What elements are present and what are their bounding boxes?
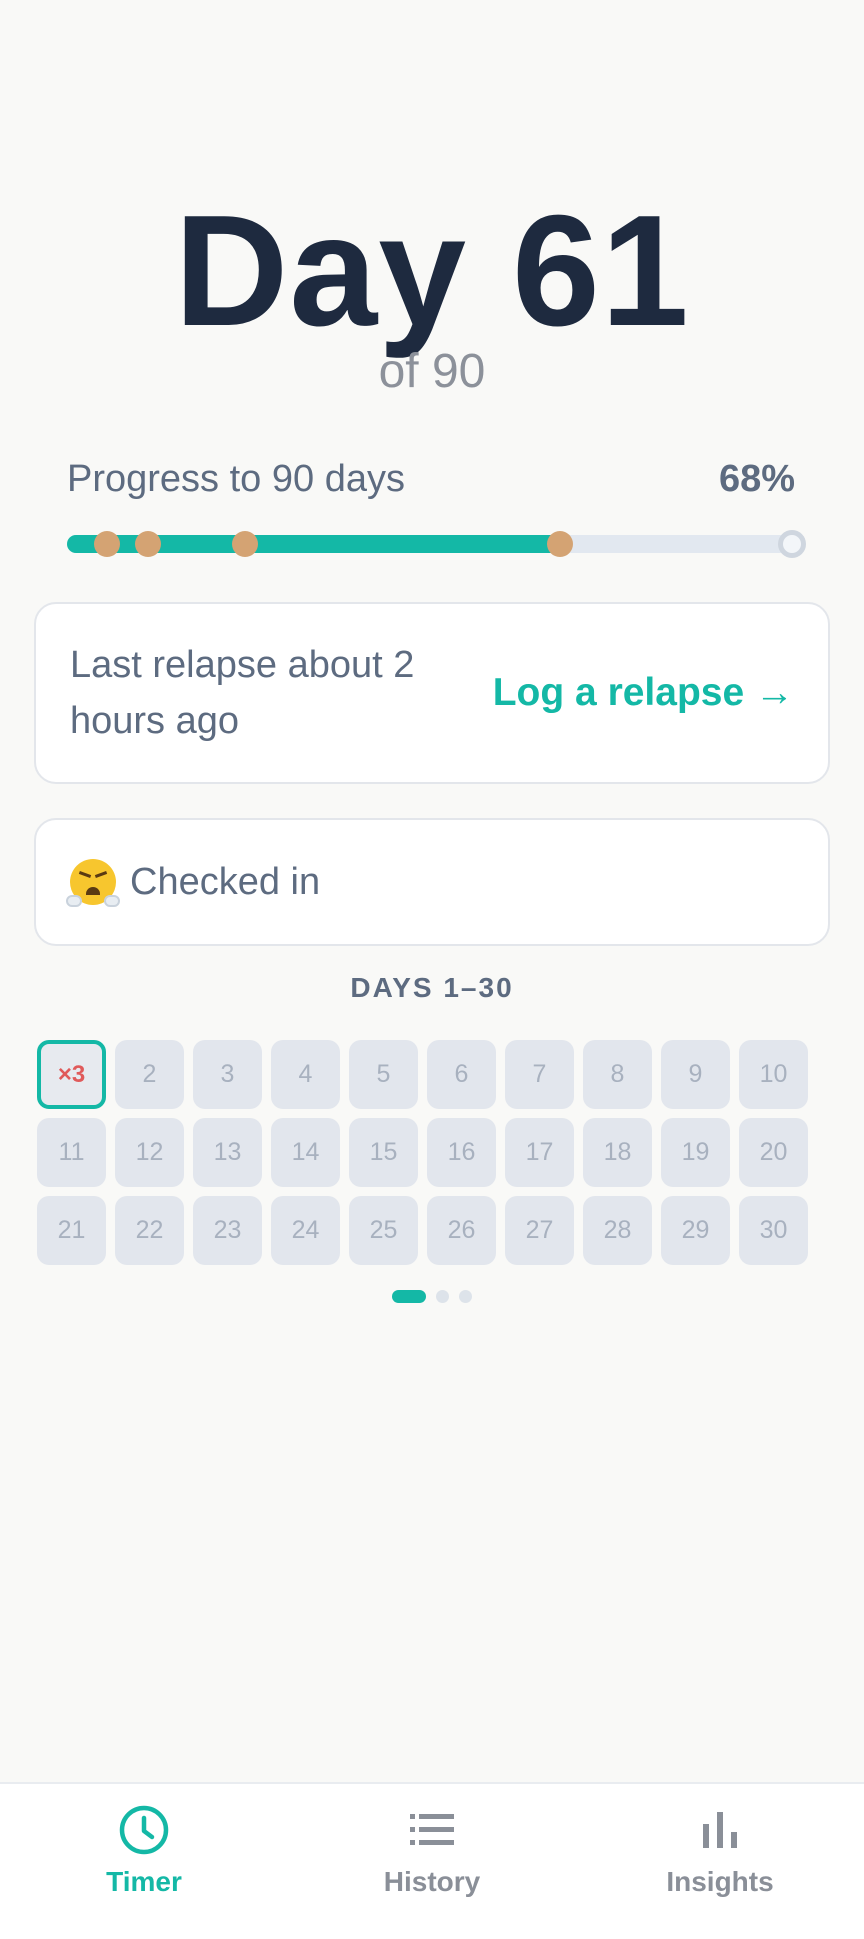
page-dot[interactable] (459, 1290, 472, 1303)
day-cell[interactable]: 3 (193, 1040, 262, 1109)
day-subtitle: of 90 (378, 345, 486, 398)
day-cell[interactable]: 30 (739, 1196, 808, 1265)
clock-icon (119, 1805, 169, 1855)
relapse-marker (547, 531, 574, 557)
day-cell[interactable]: 20 (739, 1118, 808, 1187)
page-dot[interactable] (392, 1290, 426, 1303)
progress-bar (67, 530, 806, 558)
progress-percent: 68% (718, 458, 795, 500)
relapse-marker (134, 531, 161, 557)
day-cell[interactable]: 25 (349, 1196, 418, 1265)
day-cell[interactable]: 14 (271, 1118, 340, 1187)
day-cell[interactable]: 2 (115, 1040, 184, 1109)
day-cell[interactable]: 23 (193, 1196, 262, 1265)
day-cell[interactable]: 17 (505, 1118, 574, 1187)
tab-label: Insights (666, 1866, 774, 1897)
day-cell[interactable]: 13 (193, 1118, 262, 1187)
day-cell[interactable]: 11 (37, 1118, 106, 1187)
day-cell[interactable]: 16 (427, 1118, 496, 1187)
day-cell[interactable]: 26 (427, 1196, 496, 1265)
relapse-marker (231, 531, 258, 557)
steaming-face-icon (66, 859, 120, 907)
progress-label: Progress to 90 days (67, 458, 405, 500)
day-title: Day 61 (174, 183, 690, 359)
bottom-tab-bar: Timer History Insights (0, 1782, 864, 1939)
day-cell[interactable]: 12 (115, 1118, 184, 1187)
app-screen: Day 61 of 90 Progress to 90 days 68% Las… (0, 0, 864, 1939)
day-cell-current[interactable]: ×3 (37, 1040, 106, 1109)
day-cell[interactable]: 5 (349, 1040, 418, 1109)
calendar-range-label: DAYS 1–30 (350, 972, 514, 1003)
last-relapse-text: Last relapse about 2 hours ago (70, 644, 415, 742)
day-cell[interactable]: 7 (505, 1040, 574, 1109)
tab-label: History (383, 1866, 481, 1897)
day-cell[interactable]: 18 (583, 1118, 652, 1187)
page-dot[interactable] (436, 1290, 449, 1303)
tab-insights[interactable]: Insights (576, 1784, 864, 1939)
day-cell[interactable]: 27 (505, 1196, 574, 1265)
log-relapse-button[interactable]: Log a relapse → (493, 671, 794, 715)
list-icon (410, 1814, 454, 1845)
day-cell[interactable]: 29 (661, 1196, 730, 1265)
hero: Day 61 of 90 (0, 183, 864, 398)
day-cell[interactable]: 21 (37, 1196, 106, 1265)
bar-chart-icon (703, 1812, 737, 1848)
day-cell[interactable]: 4 (271, 1040, 340, 1109)
day-cell[interactable]: 19 (661, 1118, 730, 1187)
relapse-marker (94, 531, 121, 557)
page-indicator (0, 1290, 864, 1303)
day-cell[interactable]: 15 (349, 1118, 418, 1187)
progress-header: Progress to 90 days 68% (67, 458, 795, 501)
tab-timer[interactable]: Timer (0, 1784, 288, 1939)
tab-history[interactable]: History (288, 1784, 576, 1939)
tab-label: Timer (106, 1866, 182, 1897)
day-cell[interactable]: 9 (661, 1040, 730, 1109)
checkin-card[interactable]: Checked in (34, 818, 830, 946)
relapse-card: Last relapse about 2 hours ago Log a rel… (34, 602, 830, 784)
checkin-label: Checked in (130, 860, 321, 903)
day-cell[interactable]: 22 (115, 1196, 184, 1265)
day-cell[interactable]: 24 (271, 1196, 340, 1265)
progress-goal-marker (778, 530, 806, 558)
day-cell[interactable]: 28 (583, 1196, 652, 1265)
day-cell[interactable]: 6 (427, 1040, 496, 1109)
day-cell[interactable]: 8 (583, 1040, 652, 1109)
day-cell[interactable]: 10 (739, 1040, 808, 1109)
day-grid: ×3 2 3 4 5 6 7 8 9 10 11 12 13 14 15 16 17 18 19 20 21 22 23 24… (37, 1040, 827, 1265)
